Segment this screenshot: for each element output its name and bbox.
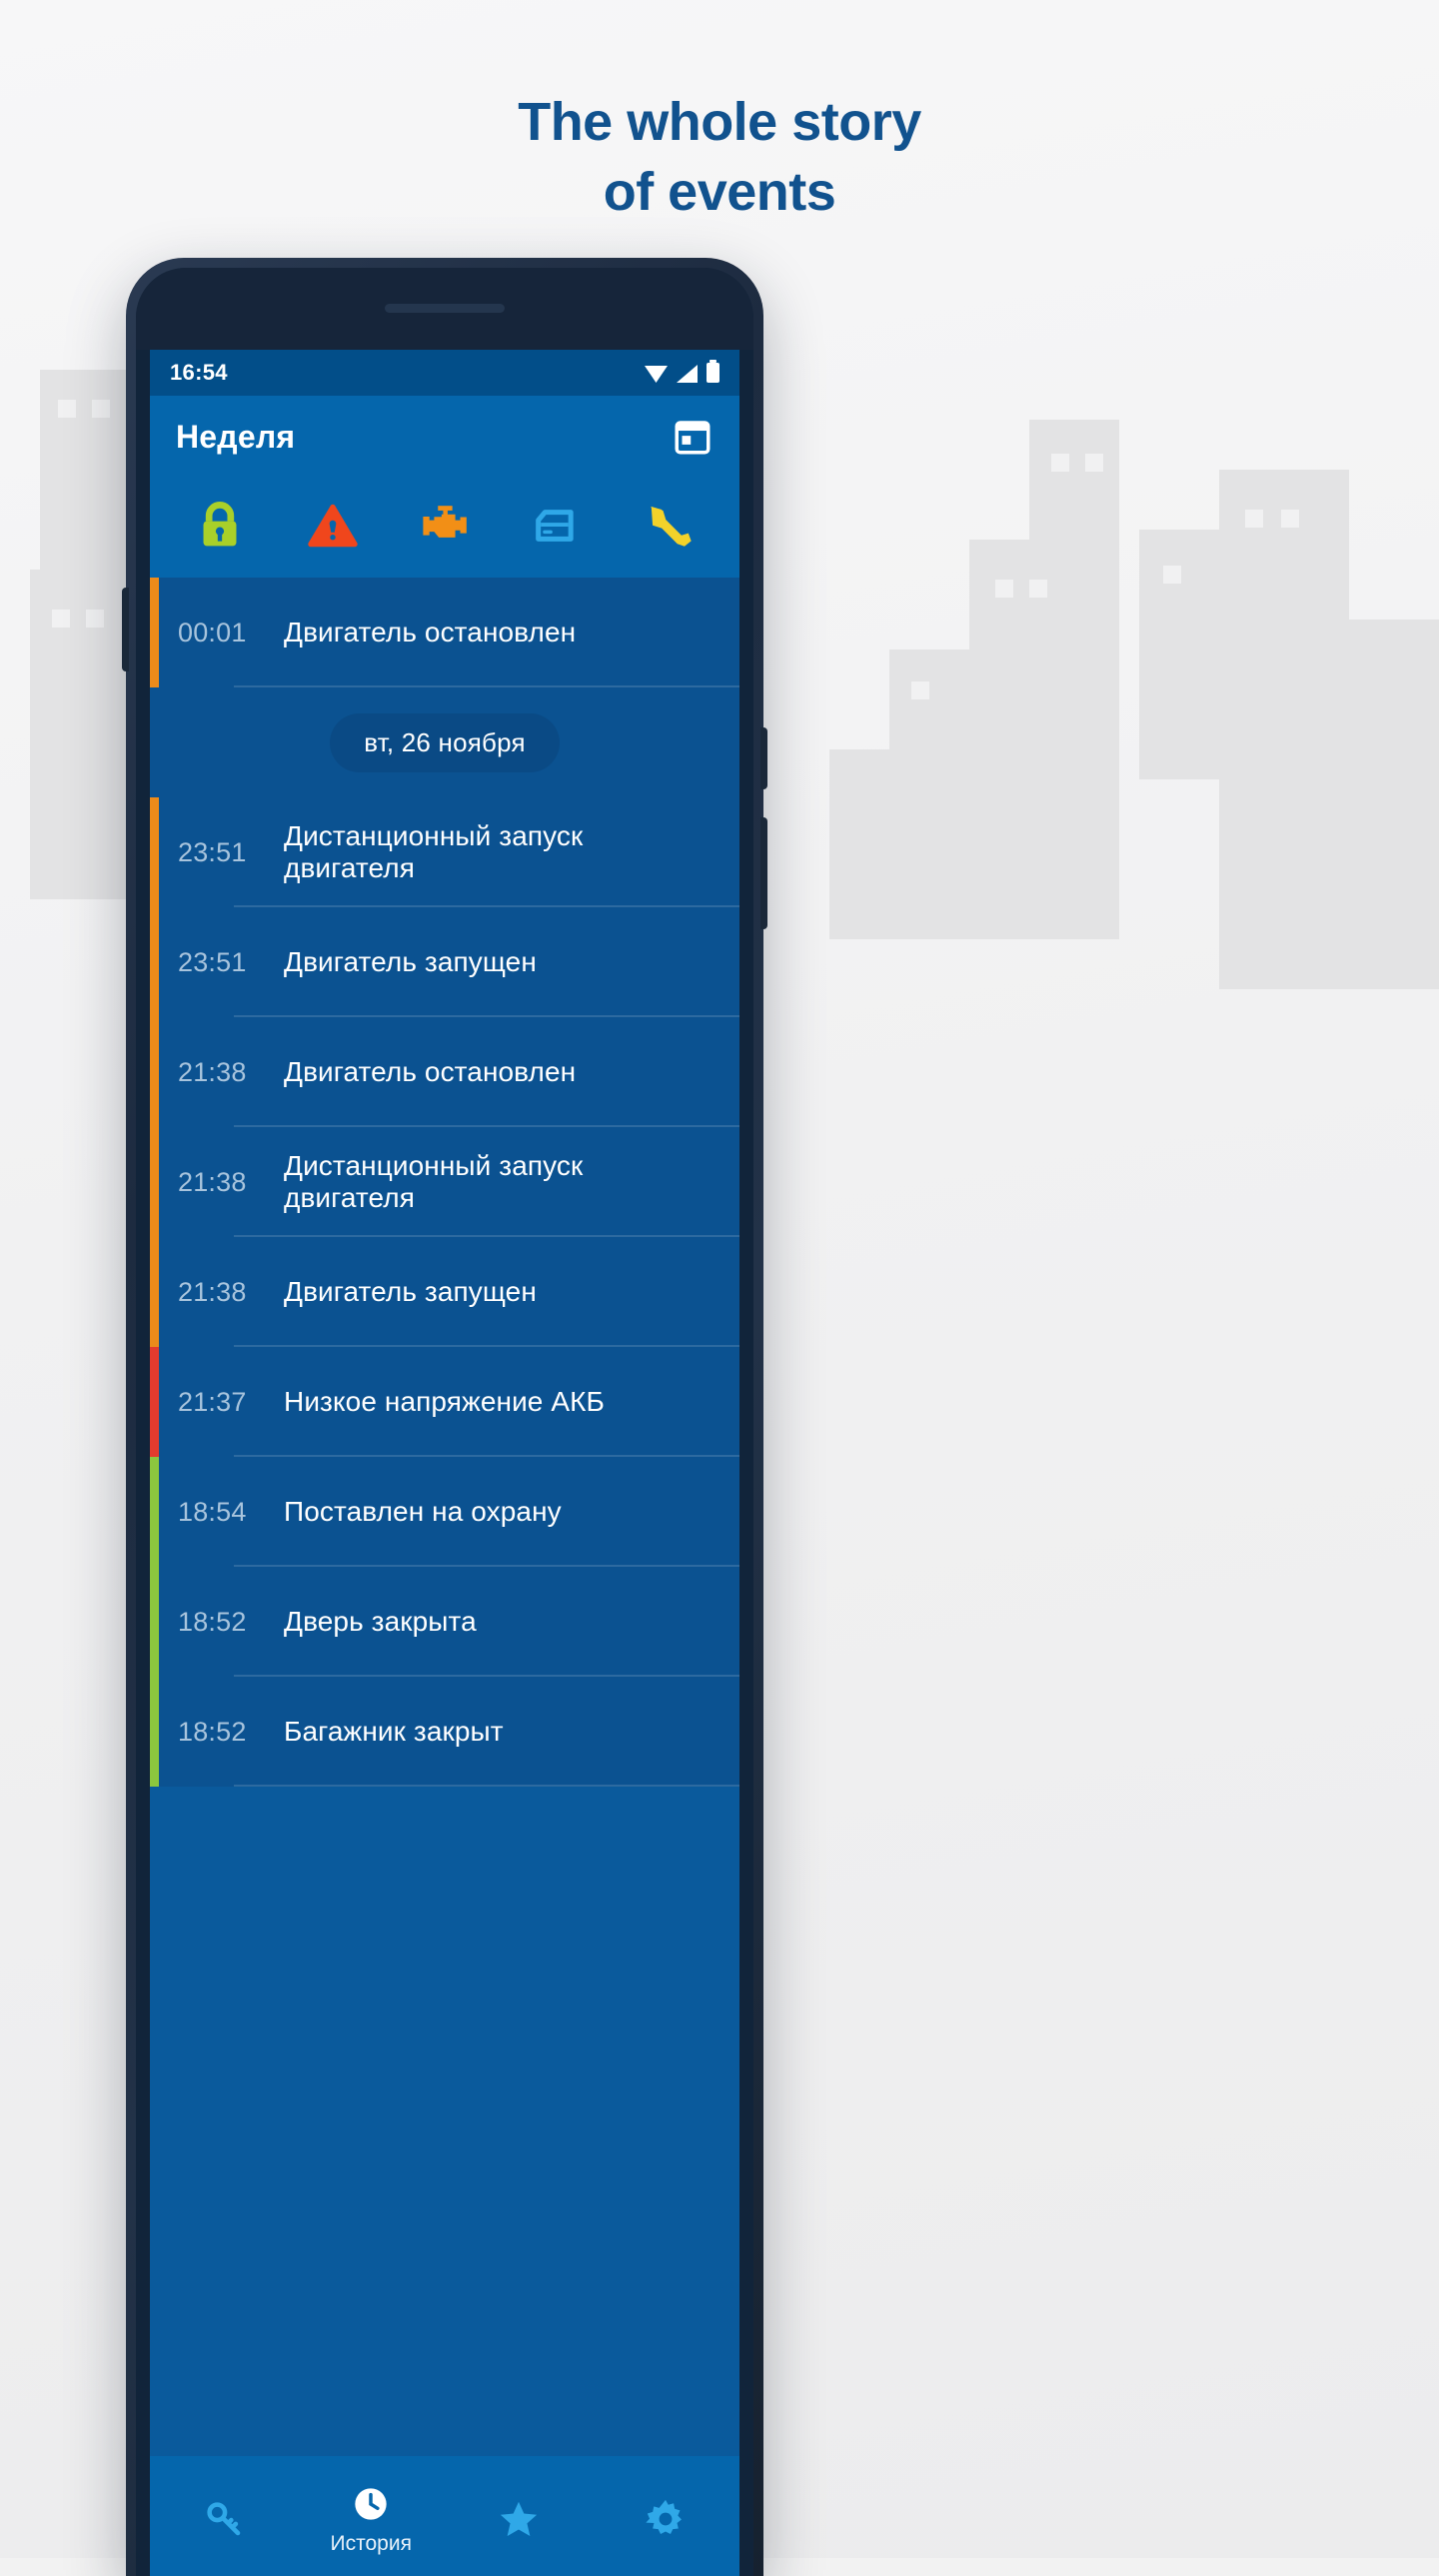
phone-bezel-top (136, 268, 753, 350)
event-time: 23:51 (178, 836, 247, 867)
event-title: Двигатель остановлен (284, 1056, 577, 1087)
event-title: Низкое напряжение АКБ (284, 1386, 606, 1417)
filter-engine[interactable] (405, 491, 485, 565)
event-row[interactable]: 00:01 Двигатель остановлен (150, 578, 739, 687)
event-row[interactable]: 18:54 Поставлен на охрану (150, 1457, 739, 1567)
event-time: 21:37 (178, 1386, 247, 1417)
date-chip-label: вт, 26 ноября (330, 712, 560, 772)
event-accent-bar (150, 907, 159, 1017)
event-accent-bar (150, 1677, 159, 1787)
event-accent-bar (150, 797, 159, 907)
history-icon (349, 2482, 393, 2526)
event-title: Двигатель остановлен (284, 617, 577, 647)
event-time: 18:52 (178, 1606, 247, 1637)
status-bar-time: 16:54 (170, 360, 228, 385)
phone-button-volume (760, 727, 767, 789)
engine-icon (418, 499, 472, 558)
calendar-icon[interactable] (672, 416, 714, 458)
city-skyline-right (789, 420, 1119, 939)
phone-speaker (385, 304, 505, 313)
event-title: Двигатель запущен (284, 1276, 537, 1307)
filter-door[interactable] (517, 491, 597, 565)
filter-bar (150, 478, 739, 578)
event-accent-bar (150, 1017, 159, 1127)
headline-line-2: of events (603, 162, 836, 222)
event-row[interactable]: 21:37 Низкое напряжение АКБ (150, 1347, 739, 1457)
app-bar-title: Неделя (176, 418, 296, 455)
status-bar: 16:54 (150, 350, 739, 396)
event-title: Дистанционный запуск двигателя (284, 1150, 584, 1213)
phone-button-left (122, 588, 129, 671)
warning-icon (307, 500, 359, 557)
event-accent-bar (150, 1237, 159, 1347)
event-title: Двигатель запущен (284, 946, 537, 977)
door-icon (532, 501, 582, 556)
event-accent-bar (150, 1567, 159, 1677)
event-row[interactable]: 18:52 Багажник закрыт (150, 1677, 739, 1787)
nav-item-settings[interactable] (606, 2497, 725, 2541)
event-row[interactable]: 21:38 Дистанционный запуск двигателя (150, 1127, 739, 1237)
row-divider (234, 1785, 739, 1787)
nav-item-favorites[interactable] (459, 2497, 579, 2541)
event-time: 00:01 (178, 617, 247, 647)
wrench-icon (644, 500, 696, 557)
wifi-icon (645, 366, 668, 383)
event-row[interactable]: 23:51 Двигатель запущен (150, 907, 739, 1017)
event-time: 21:38 (178, 1276, 247, 1307)
battery-icon (707, 360, 720, 383)
phone-button-power (760, 817, 767, 929)
phone-screen-frame: 16:54 Неделя 00:01 Двигатель остановлен … (136, 268, 753, 2576)
lock-icon (194, 500, 246, 557)
event-accent-bar (150, 578, 159, 687)
nav-item-key[interactable] (164, 2497, 284, 2541)
star-icon (497, 2497, 541, 2541)
event-row[interactable]: 18:52 Дверь закрыта (150, 1567, 739, 1677)
event-time: 21:38 (178, 1056, 247, 1087)
event-title: Поставлен на охрану (284, 1496, 562, 1527)
settings-icon (644, 2497, 688, 2541)
event-time: 18:54 (178, 1496, 247, 1527)
event-time: 23:51 (178, 946, 247, 977)
headline-line-1: The whole story (518, 92, 921, 152)
event-row[interactable]: 21:38 Двигатель остановлен (150, 1017, 739, 1127)
event-accent-bar (150, 1457, 159, 1567)
page-title: The whole story of events (0, 95, 1439, 219)
event-title: Дистанционный запуск двигателя (284, 820, 584, 883)
event-list[interactable]: 00:01 Двигатель остановлен вт, 26 ноября 23… (150, 578, 739, 1787)
nav-label-history: История (330, 2532, 412, 2555)
nav-item-history[interactable]: История (311, 2482, 431, 2556)
phone-mockup: 16:54 Неделя 00:01 Двигатель остановлен … (122, 258, 767, 2576)
filter-alarm[interactable] (293, 491, 373, 565)
event-title: Дверь закрыта (284, 1606, 477, 1637)
key-icon (202, 2497, 246, 2541)
filter-service[interactable] (630, 491, 710, 565)
signal-icon (677, 365, 698, 383)
filter-lock[interactable] (180, 491, 260, 565)
date-separator: вт, 26 ноября (150, 687, 739, 797)
event-accent-bar (150, 1127, 159, 1237)
event-row[interactable]: 21:38 Двигатель запущен (150, 1237, 739, 1347)
status-bar-icons (645, 360, 720, 383)
event-title: Багажник закрыт (284, 1716, 504, 1747)
app-bar-actions (672, 416, 714, 458)
event-row[interactable]: 23:51 Дистанционный запуск двигателя (150, 797, 739, 907)
app-bar: Неделя (150, 396, 739, 478)
app-screen: 16:54 Неделя 00:01 Двигатель остановлен … (150, 350, 739, 2576)
event-accent-bar (150, 1347, 159, 1457)
event-time: 21:38 (178, 1166, 247, 1197)
bottom-navigation: История (150, 2456, 739, 2576)
event-time: 18:52 (178, 1716, 247, 1747)
city-skyline-far-right (1139, 470, 1439, 989)
